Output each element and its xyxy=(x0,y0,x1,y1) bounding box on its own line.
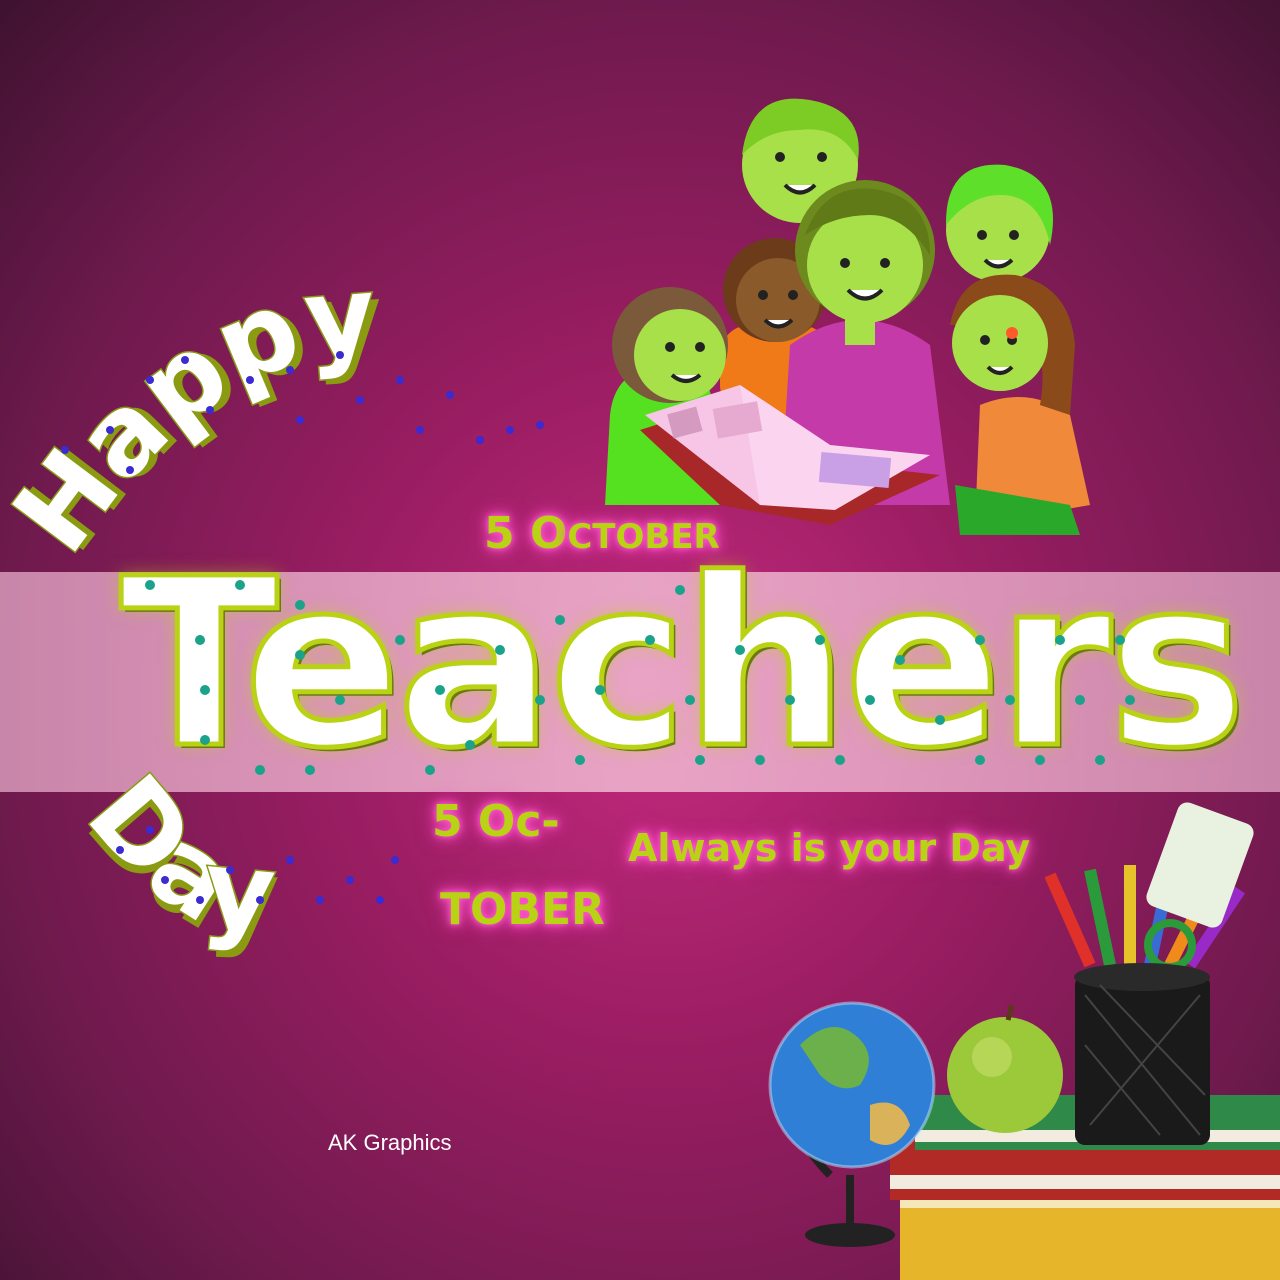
pencil-cup-icon xyxy=(1044,802,1254,1145)
happy-text: Happy xyxy=(0,251,381,576)
svg-text:Happy: Happy xyxy=(0,253,380,575)
date-split-line2: TOBER xyxy=(440,884,605,935)
teachers-title: Teachers xyxy=(118,529,1249,799)
date-split-line1: 5 Oc- xyxy=(432,796,560,847)
apple-icon xyxy=(947,1004,1063,1133)
date-month-initial: O xyxy=(529,508,568,559)
school-supplies-illustration xyxy=(768,802,1280,1280)
credit-text: AK Graphics xyxy=(328,1130,452,1155)
date-number: 5 xyxy=(484,508,515,559)
date-month-rest: CTOBER xyxy=(567,517,720,557)
date-top: 5 OCTOBER xyxy=(484,508,720,559)
